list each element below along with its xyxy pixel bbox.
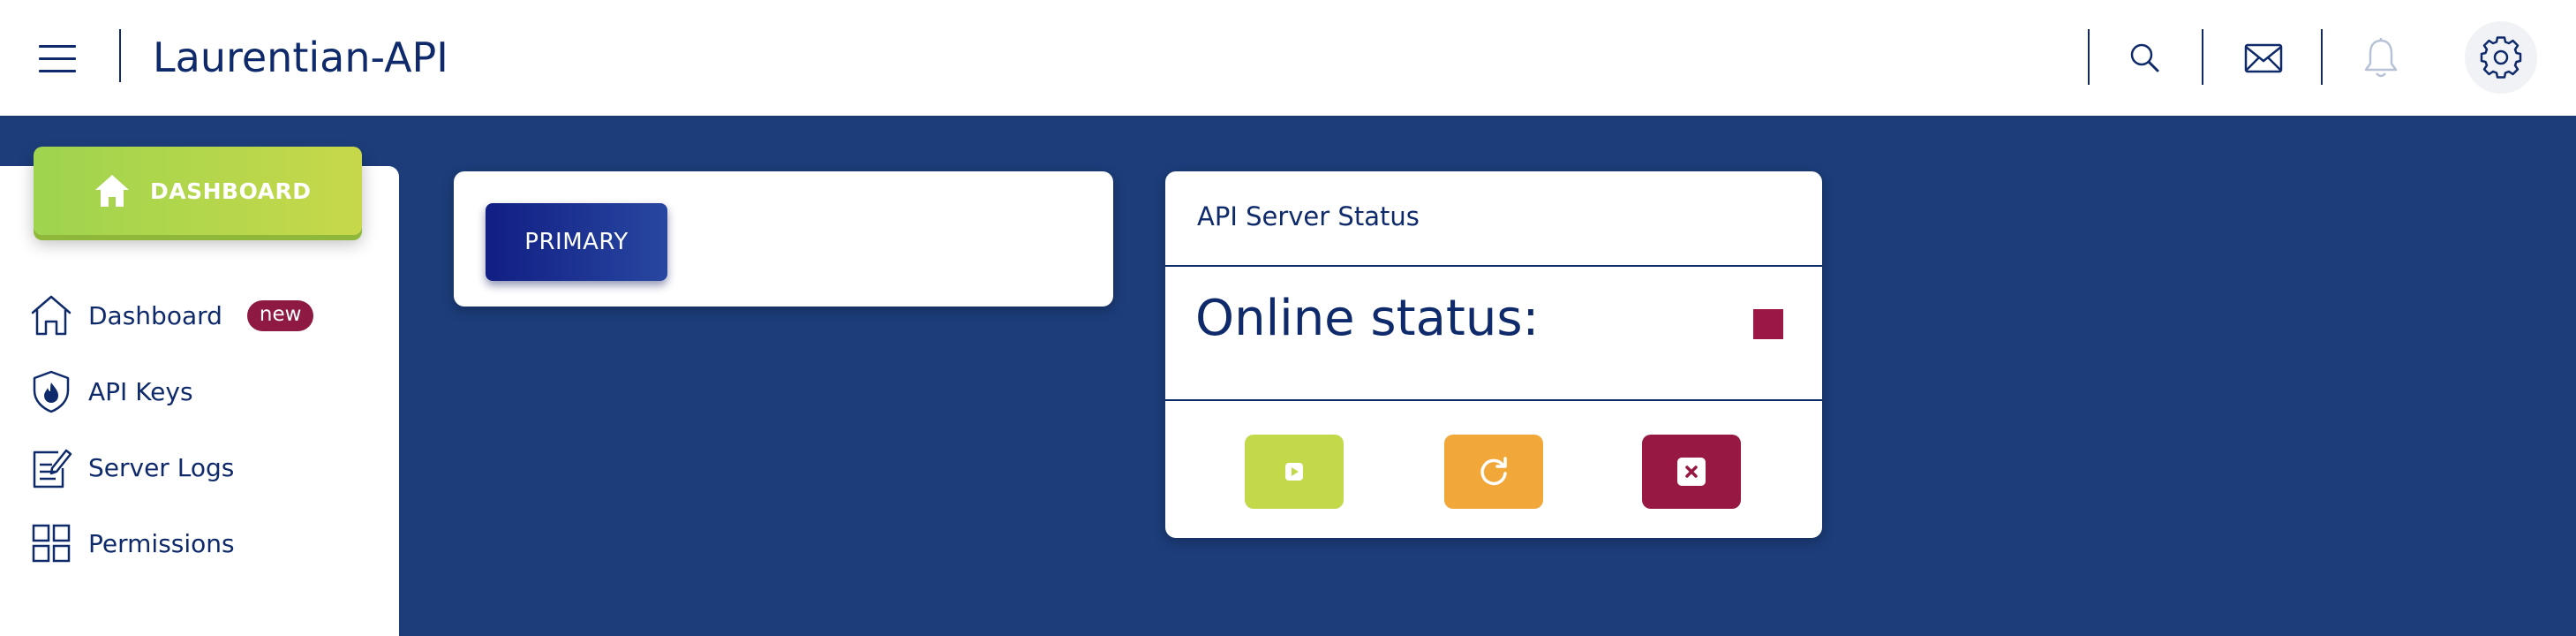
grid-icon	[28, 520, 74, 566]
sidebar-item-label: API Keys	[88, 376, 193, 406]
primary-button[interactable]: PRIMARY	[486, 203, 667, 281]
sidebar-item-dashboard[interactable]: Dashboard new	[28, 289, 314, 342]
app-title: Laurentian-API	[153, 34, 448, 81]
dashboard-button-label: DASHBOARD	[150, 178, 312, 204]
header-divider	[2088, 29, 2090, 85]
header-divider	[2321, 29, 2323, 85]
restart-server-button[interactable]	[1444, 435, 1543, 509]
divider	[1165, 265, 1822, 267]
header-divider	[119, 29, 121, 82]
card-title: API Server Status	[1197, 201, 1420, 231]
header-divider	[2202, 29, 2203, 85]
menu-toggle-icon[interactable]	[39, 45, 76, 73]
home-icon	[95, 175, 129, 207]
home-outline-icon	[28, 292, 74, 338]
sidebar-item-permissions[interactable]: Permissions	[28, 517, 235, 570]
sidebar-item-label: Server Logs	[88, 452, 235, 482]
status-indicator	[1753, 309, 1783, 339]
document-edit-icon	[28, 444, 74, 490]
sidebar-item-server-logs[interactable]: Server Logs	[28, 441, 234, 494]
bell-icon[interactable]	[2359, 34, 2403, 83]
top-bar: Laurentian-API	[0, 0, 2576, 116]
start-server-button[interactable]	[1245, 435, 1344, 509]
new-badge: new	[246, 299, 314, 331]
stop-server-button[interactable]	[1642, 435, 1741, 509]
sidebar-item-label: Dashboard	[88, 300, 222, 330]
close-square-icon	[1677, 458, 1706, 486]
primary-card: PRIMARY	[454, 171, 1113, 307]
play-icon	[1285, 463, 1303, 481]
search-icon[interactable]	[2122, 35, 2168, 81]
divider	[1165, 399, 1822, 401]
gear-icon	[2480, 36, 2522, 79]
online-status-label: Online status:	[1195, 290, 1540, 347]
sidebar-item-label: Permissions	[88, 528, 235, 558]
mail-icon[interactable]	[2239, 35, 2288, 81]
settings-button[interactable]	[2465, 21, 2537, 94]
dashboard-button[interactable]: DASHBOARD	[34, 147, 362, 235]
api-server-status-card: API Server Status Online status:	[1165, 171, 1822, 538]
sidebar-item-api-keys[interactable]: API Keys	[28, 365, 193, 418]
refresh-icon	[1480, 457, 1507, 486]
shield-flame-icon	[28, 368, 74, 414]
